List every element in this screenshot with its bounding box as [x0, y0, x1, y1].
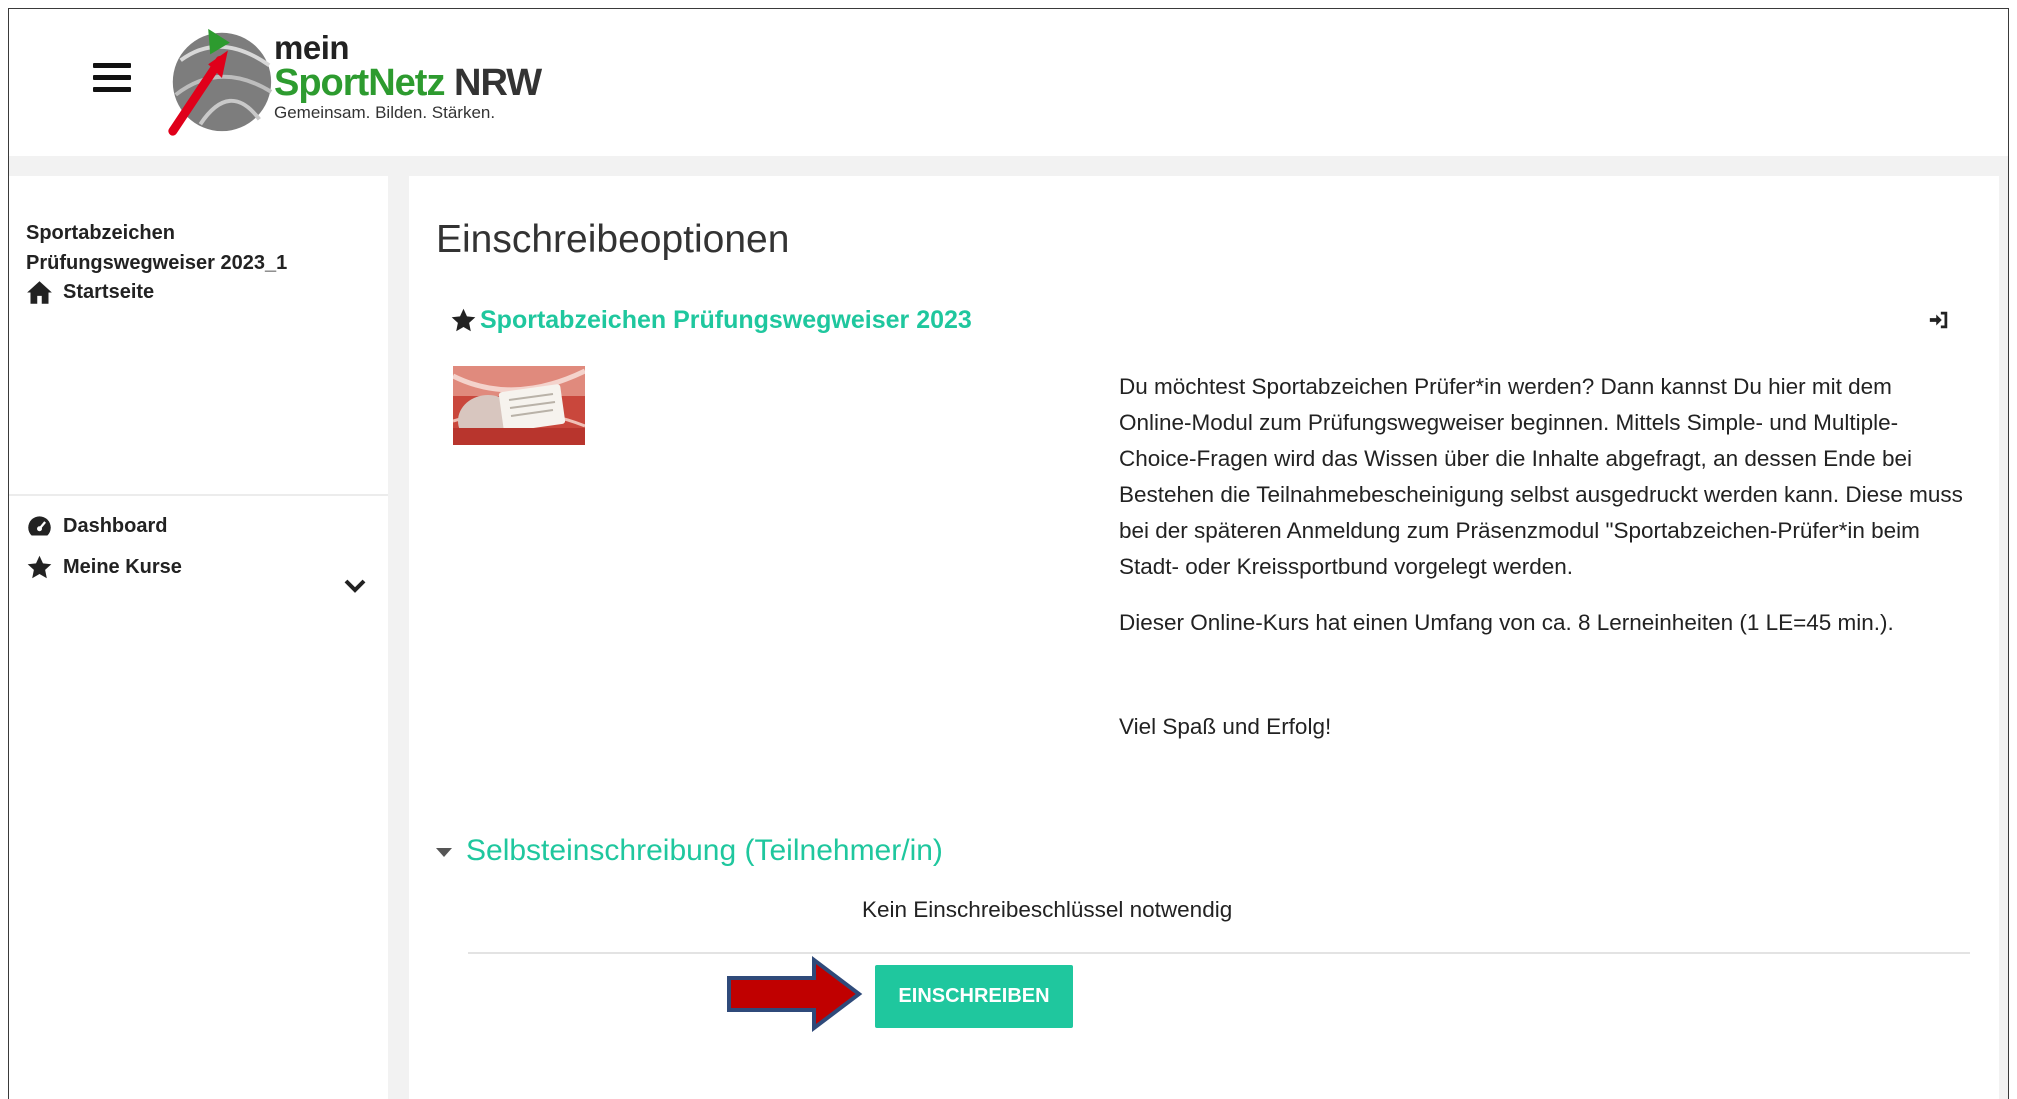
sign-in-icon[interactable] [1928, 309, 1950, 331]
sidebar-item-startseite[interactable]: Startseite [26, 279, 154, 306]
course-summary: Du möchtest Sportabzeichen Prüfer*in wer… [1119, 369, 1964, 765]
logo-name-dark: NRW [454, 62, 542, 104]
chevron-down-icon[interactable] [343, 578, 367, 594]
caret-down-icon [436, 848, 452, 857]
course-name-link[interactable]: Sportabzeichen Prüfungswegweiser 2023 [450, 306, 972, 335]
sidebar-item-dashboard[interactable]: Dashboard [26, 513, 167, 540]
sidebar-item-label: Meine Kurse [63, 556, 182, 578]
logo-mein: mein [274, 29, 350, 66]
summary-paragraph: Viel Spaß und Erfolg! [1119, 714, 1332, 739]
sidebar-item-meine-kurse[interactable]: Meine Kurse [26, 554, 182, 581]
sidebar-course-title[interactable]: Sportabzeichen Prüfungswegweiser 2023_1 [26, 218, 346, 278]
browser-frame: mein SportNetz NRW Gemeinsam. Bilden. St… [8, 8, 2009, 1099]
self-enrolment-heading: Selbsteinschreibung (Teilnehmer/in) [466, 834, 943, 867]
page-title: Einschreibeoptionen [436, 218, 790, 261]
logo-tagline: Gemeinsam. Bilden. Stärken. [274, 103, 496, 122]
sidebar-drawer: Sportabzeichen Prüfungswegweiser 2023_1 … [9, 176, 388, 1099]
star-icon [27, 555, 52, 579]
summary-paragraph: Du möchtest Sportabzeichen Prüfer*in wer… [1119, 374, 1963, 579]
enrol-button[interactable]: EINSCHREIBEN [875, 965, 1073, 1028]
top-navbar: mein SportNetz NRW Gemeinsam. Bilden. St… [9, 9, 2008, 156]
logo-name: SportNetz NRW [274, 62, 542, 104]
logo-wordmark[interactable]: mein SportNetz NRW Gemeinsam. Bilden. St… [274, 29, 542, 123]
dashboard-icon [28, 516, 51, 536]
no-key-text: Kein Einschreibeschlüssel notwendig [862, 897, 1233, 922]
course-image [453, 366, 585, 445]
star-icon [451, 308, 476, 332]
sportnetz-logo-icon[interactable] [161, 21, 279, 139]
course-name: Sportabzeichen Prüfungswegweiser 2023 [480, 306, 972, 334]
home-icon [27, 281, 52, 304]
summary-paragraph: Dieser Online-Kurs hat einen Umfang von … [1119, 610, 1894, 635]
logo-name-green: SportNetz [274, 62, 445, 104]
menu-toggle-icon[interactable] [93, 63, 131, 97]
sidebar-divider [9, 494, 388, 496]
arrow-right-icon [727, 956, 863, 1032]
sidebar-item-label: Dashboard [63, 515, 168, 537]
self-enrolment-section-toggle[interactable]: Selbsteinschreibung (Teilnehmer/in) [436, 834, 943, 868]
sidebar-item-label: Startseite [63, 281, 155, 303]
divider [468, 952, 1970, 954]
main-content: Einschreibeoptionen Sportabzeichen Prüfu… [409, 176, 1999, 1099]
